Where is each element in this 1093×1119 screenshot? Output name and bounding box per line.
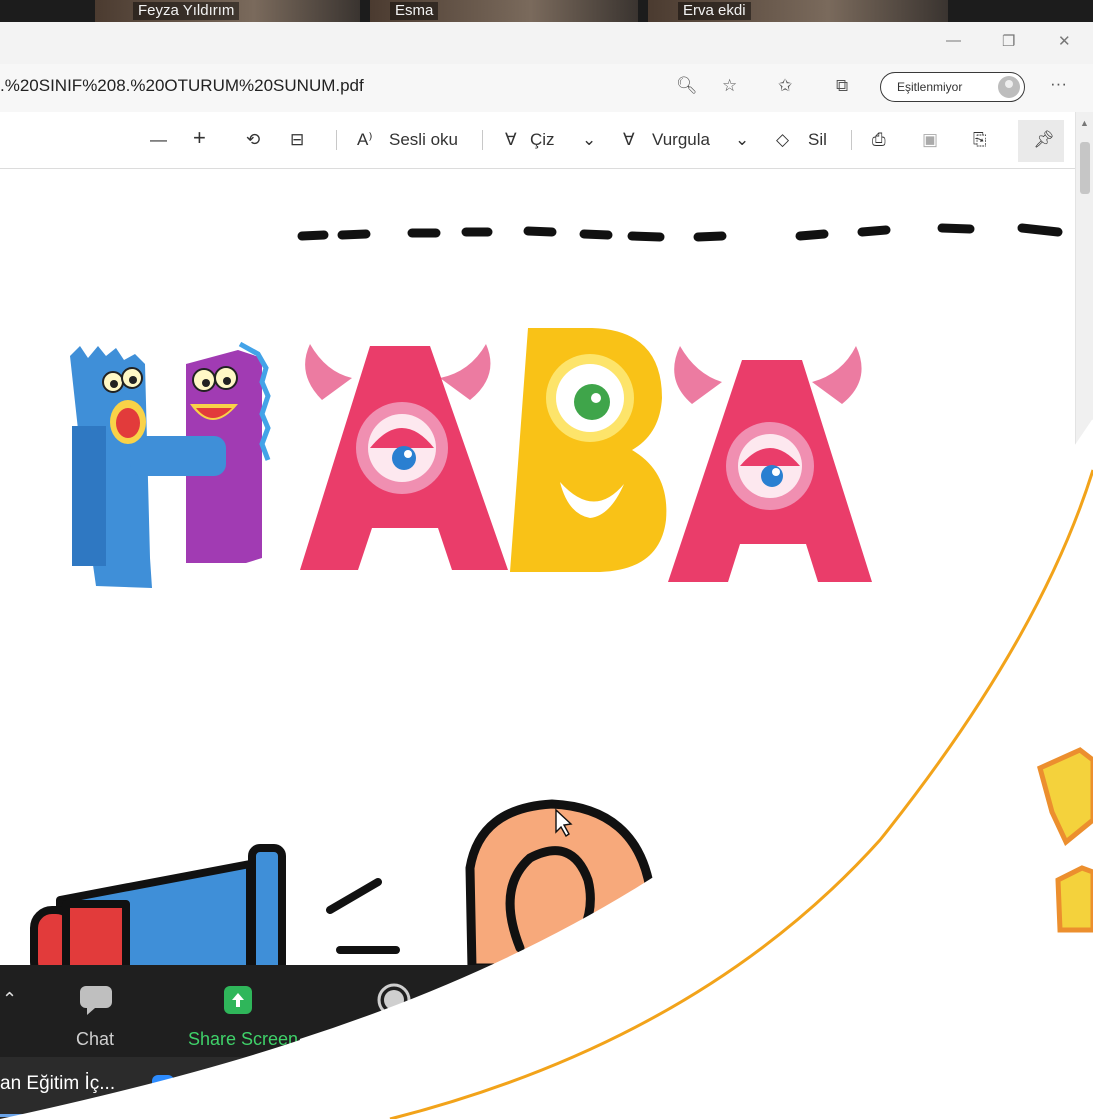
taskbar: an Eğitim İç... Zoom Meeti: [0, 1057, 1093, 1119]
eraser-icon[interactable]: ◇: [776, 130, 789, 150]
scroll-up-icon[interactable]: ▲: [1080, 118, 1089, 128]
participant-name: Esma: [390, 2, 439, 20]
participant-tile[interactable]: Feyza Yıldırım: [95, 0, 360, 22]
monster-letter-a: [300, 344, 508, 570]
participant-tile[interactable]: Erva ekdi: [648, 0, 948, 22]
pdf-page-illustration: [30, 223, 1063, 968]
minimize-icon[interactable]: —: [946, 32, 961, 49]
draw-button[interactable]: Çiz: [530, 130, 555, 150]
rotate-icon[interactable]: ⟲: [246, 130, 260, 150]
vertical-scrollbar[interactable]: ▲: [1075, 112, 1093, 992]
address-bar: .%20SINIF%208.%20OTURUM%20SUNUM.pdf 🔍︎ ☆…: [0, 64, 1093, 113]
participant-strip: Feyza Yıldırım Esma Erva ekdi: [0, 0, 1093, 22]
dashed-line: [297, 223, 1063, 242]
divider: [851, 130, 852, 150]
read-aloud-icon[interactable]: A⁾: [357, 130, 373, 150]
sync-label: Eşitlenmiyor: [897, 80, 963, 94]
divider: [336, 130, 337, 150]
megaphone-icon: [30, 844, 400, 968]
pin-icon: 📌︎: [1033, 130, 1055, 149]
active-indicator: [0, 1114, 130, 1117]
print-icon[interactable]: ⎙: [872, 130, 886, 150]
favorites-list-icon[interactable]: ✩: [778, 76, 792, 96]
fit-page-icon[interactable]: ⊟: [290, 130, 304, 150]
draw-icon[interactable]: ∀: [505, 130, 517, 150]
more-menu-icon[interactable]: ···: [1050, 74, 1067, 94]
share-screen-icon[interactable]: [223, 985, 253, 1015]
zoom-out-button[interactable]: —: [150, 130, 167, 150]
zoom-control-bar: ⌃ Chat Share Screen Record: [0, 965, 1093, 1057]
monster-letter-b: [510, 328, 667, 572]
chevron-up-icon[interactable]: ⌃: [2, 989, 17, 1010]
scroll-thumb[interactable]: [1080, 142, 1090, 194]
participant-tile[interactable]: Esma: [370, 0, 638, 22]
record-icon[interactable]: [377, 983, 411, 1017]
monster-letter-h: [70, 341, 271, 588]
save-icon[interactable]: ▣: [922, 130, 938, 150]
chevron-down-icon[interactable]: ⌄: [735, 130, 749, 150]
profile-avatar: [998, 76, 1020, 98]
taskbar-item-browser[interactable]: an Eğitim İç...: [0, 1073, 115, 1095]
chevron-down-icon[interactable]: ⌄: [582, 130, 596, 150]
chat-icon[interactable]: [79, 985, 113, 1015]
restore-icon[interactable]: ❐: [1002, 32, 1015, 50]
pdf-toolbar: — + ⟲ ⊟ A⁾ Sesli oku ∀ Çiz ⌄ ∀ Vurgula ⌄…: [0, 112, 1075, 169]
zoom-icon[interactable]: 🔍︎: [676, 76, 698, 96]
monster-letter-a: [668, 346, 872, 582]
taskbar-item-zoom[interactable]: Zoom Meeti: [182, 1073, 282, 1095]
erase-button[interactable]: Sil: [808, 130, 827, 150]
highlight-button[interactable]: Vurgula: [652, 130, 710, 150]
record-button[interactable]: Record: [363, 1029, 421, 1050]
participant-name: Erva ekdi: [678, 2, 751, 20]
favorite-star-icon[interactable]: ☆: [722, 76, 737, 96]
highlight-icon[interactable]: ∀: [623, 130, 635, 150]
url-text[interactable]: .%20SINIF%208.%20OTURUM%20SUNUM.pdf: [0, 76, 364, 96]
pin-toolbar-button[interactable]: 📌︎: [1018, 120, 1064, 162]
read-aloud-button[interactable]: Sesli oku: [389, 130, 458, 150]
chat-button[interactable]: Chat: [76, 1029, 114, 1050]
collections-icon[interactable]: ⧉: [836, 76, 848, 96]
share-screen-button[interactable]: Share Screen: [188, 1029, 298, 1050]
browser-titlebar: — ❐ ✕: [0, 22, 1093, 64]
zoom-app-icon: [152, 1075, 174, 1097]
sync-button[interactable]: Eşitlenmiyor: [880, 72, 1025, 102]
save-as-icon[interactable]: ⎘: [973, 130, 987, 150]
participant-name: Feyza Yıldırım: [133, 2, 240, 20]
close-icon[interactable]: ✕: [1058, 32, 1071, 50]
divider: [482, 130, 483, 150]
zoom-in-button[interactable]: +: [193, 125, 206, 151]
